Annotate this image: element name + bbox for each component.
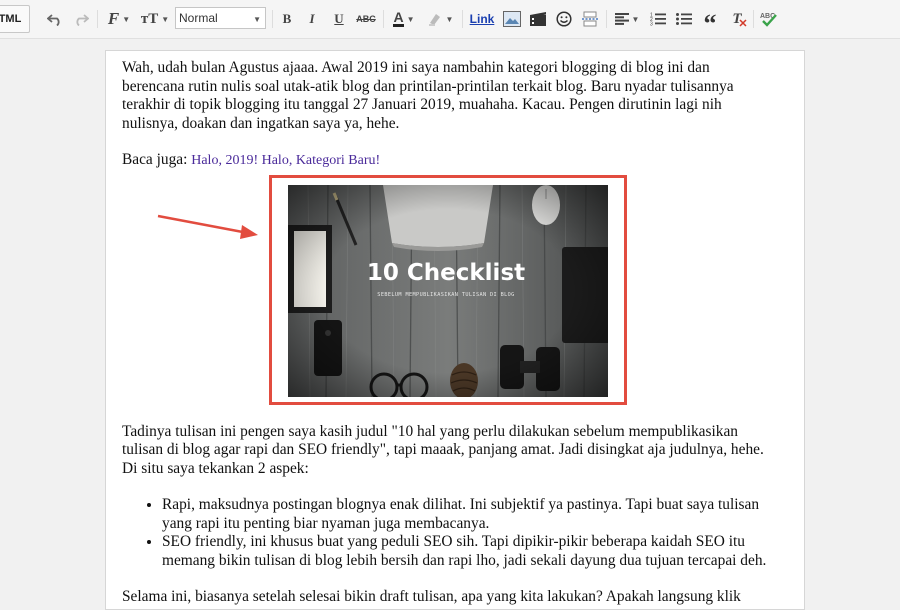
toolbar-separator (383, 10, 384, 28)
undo-icon (47, 14, 60, 26)
toolbar-separator (97, 10, 98, 28)
paragraph-next: Selama ini, biasanya setelah selesai bik… (122, 588, 741, 605)
remove-format-icon: T ✕ (732, 10, 748, 30)
quote-icon: “ (703, 9, 717, 38)
spell-check-button[interactable]: ABC (758, 8, 780, 30)
image-icon (503, 11, 521, 27)
format-select[interactable]: Normal ▼ (175, 7, 266, 29)
bullet-list-button[interactable] (674, 8, 694, 30)
paragraph-intro: Wah, udah bulan Agustus ajaaa. Awal 2019… (122, 59, 734, 132)
text-color-button[interactable]: A ▼ (390, 8, 418, 30)
aspect-list: Rapi, maksudnya postingan blognya enak d… (122, 496, 772, 570)
font-family-button[interactable]: F ▼ (103, 8, 135, 30)
redo-button[interactable] (70, 8, 92, 30)
html-tab[interactable]: TML (0, 5, 30, 33)
font-size-icon: тT (140, 10, 159, 27)
insert-image-button[interactable] (502, 8, 522, 30)
highlighter-icon (428, 14, 440, 26)
read-also: Baca juga: Halo, 2019! Halo, Kategori Ba… (122, 151, 772, 171)
read-also-link[interactable]: Halo, 2019! Halo, Kategori Baru! (191, 153, 380, 168)
toolbar-separator (462, 10, 463, 28)
bold-button[interactable]: B (278, 8, 296, 30)
insert-jump-break-button[interactable] (580, 8, 600, 30)
chevron-down-icon: ▼ (122, 14, 131, 24)
remove-formatting-button[interactable]: T ✕ (726, 8, 748, 30)
post-editor-area[interactable]: Wah, udah bulan Agustus ajaaa. Awal 2019… (105, 50, 805, 610)
underline-button[interactable]: U (330, 8, 348, 30)
list-item: SEO friendly, ini khusus buat yang pedul… (162, 533, 772, 570)
smiley-icon (556, 11, 572, 27)
image-title-text: 10 Checklist (367, 260, 525, 286)
red-arrow-annotation (157, 214, 258, 239)
list-item: Rapi, maksudnya postingan blognya enak d… (162, 496, 772, 533)
spellcheck-icon: ABC (760, 13, 777, 27)
chevron-down-icon: ▼ (253, 15, 261, 24)
text-color-icon: A (393, 9, 404, 27)
chevron-down-icon: ▼ (161, 14, 170, 24)
numbered-list-button[interactable]: 123 (648, 8, 668, 30)
chevron-down-icon: ▼ (406, 14, 415, 24)
chevron-down-icon: ▼ (445, 14, 454, 24)
image-subtitle-text: SEBELUM MEMPUBLIKASIKAN TULISAN DI BLOG (377, 292, 514, 298)
bullet-list-icon (676, 13, 692, 25)
alignment-button[interactable]: ▼ (612, 8, 642, 30)
format-select-value: Normal (179, 11, 218, 25)
undo-button[interactable] (44, 8, 66, 30)
page-break-icon (582, 11, 598, 27)
chevron-down-icon: ▼ (631, 14, 640, 24)
editor-toolbar: TML F ▼ тT ▼ Normal ▼ B I U ABC A ▼ ▼ Link (0, 0, 900, 39)
strikethrough-button[interactable]: ABC (354, 8, 378, 30)
font-size-button[interactable]: тT ▼ (139, 8, 171, 30)
blockquote-button[interactable]: “ (700, 8, 720, 37)
video-icon (530, 12, 546, 26)
insert-emoji-button[interactable] (554, 8, 574, 30)
paragraph-title-explanation: Tadinya tulisan ini pengen saya kasih ju… (122, 422, 764, 477)
toolbar-separator (753, 10, 754, 28)
highlighted-image-frame: 10 Checklist SEBELUM MEMPUBLIKASIKAN TUL… (269, 175, 627, 405)
redo-icon (76, 14, 89, 26)
font-family-icon: F (107, 9, 120, 28)
align-left-icon (614, 13, 629, 25)
svg-text:3: 3 (650, 22, 653, 27)
toolbar-separator (272, 10, 273, 28)
link-button[interactable]: Link (467, 8, 497, 30)
read-also-prefix: Baca juga: (122, 151, 192, 168)
highlight-color-button[interactable]: ▼ (425, 8, 455, 30)
italic-button[interactable]: I (303, 8, 321, 30)
numbered-list-icon: 123 (650, 13, 666, 27)
insert-video-button[interactable] (528, 8, 548, 30)
desk-photo: 10 Checklist SEBELUM MEMPUBLIKASIKAN TUL… (288, 185, 608, 397)
toolbar-separator (606, 10, 607, 28)
checklist-cover-image[interactable]: 10 Checklist SEBELUM MEMPUBLIKASIKAN TUL… (288, 185, 608, 397)
